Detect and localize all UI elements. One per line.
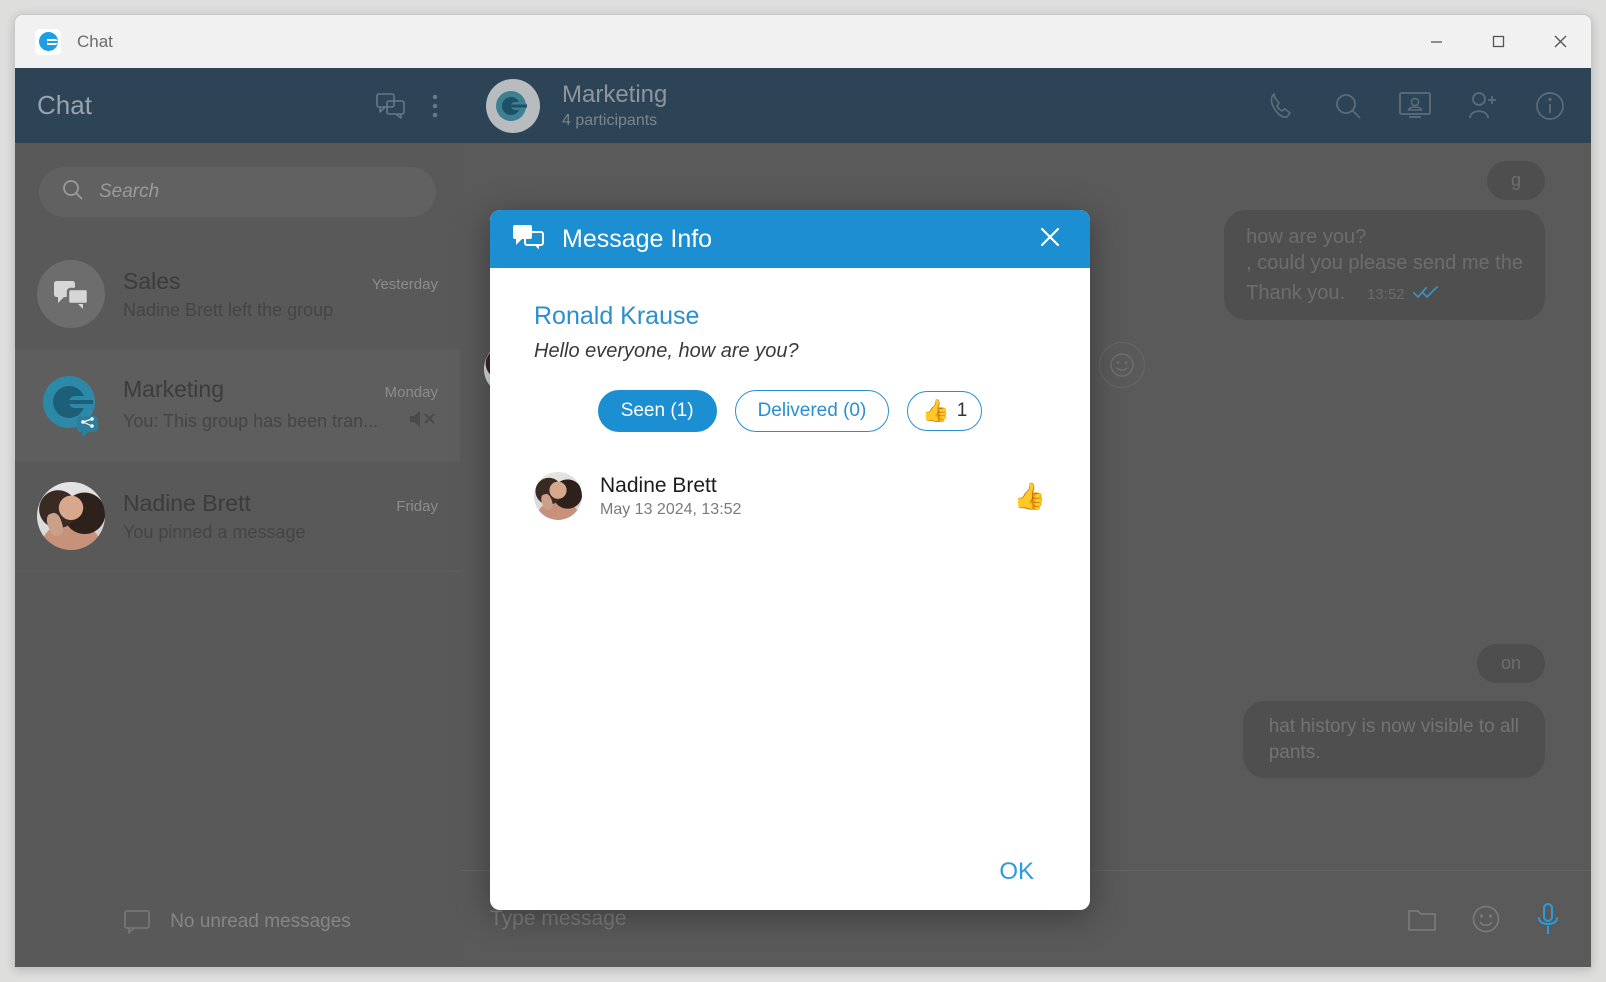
- reaction-chip: g: [1486, 161, 1545, 200]
- chat-preview: Nadine Brett left the group: [123, 299, 334, 320]
- ok-button[interactable]: OK: [989, 852, 1044, 892]
- message-time: 13:52: [1367, 285, 1405, 303]
- search-input[interactable]: [99, 181, 414, 203]
- dialog-body: Ronald Krause Hello everyone, how are yo…: [490, 268, 1090, 834]
- add-participant-icon[interactable]: [1467, 91, 1499, 121]
- call-icon[interactable]: [1267, 91, 1297, 121]
- group-chat-icon: [37, 260, 105, 328]
- info-icon[interactable]: [1535, 91, 1565, 121]
- system-notice: hat history is now visible to all pants.: [1242, 701, 1545, 779]
- chat-app-logo-icon: [35, 28, 61, 55]
- chat-header: Marketing 4 participants: [460, 68, 1591, 143]
- dialog-footer: OK: [490, 834, 1090, 910]
- chat-application-window: Chat Chat Search Sales Yesterday Nadine …: [14, 14, 1592, 968]
- tab-seen[interactable]: Seen (1): [597, 390, 717, 432]
- smiley-icon[interactable]: [1099, 342, 1145, 389]
- search-icon[interactable]: [1333, 91, 1363, 121]
- notice-line: pants.: [1268, 741, 1321, 763]
- system-message: on: [1476, 644, 1545, 684]
- sidebar-title: Chat: [37, 90, 92, 120]
- dialog-header: Message Info: [490, 210, 1090, 268]
- message-line: , could you please send me the: [1246, 252, 1523, 275]
- attach-file-icon[interactable]: [1407, 905, 1437, 933]
- chat-time: Monday: [384, 383, 438, 401]
- status-tabs: Seen (1) Delivered (0) 👍 1: [534, 390, 1046, 432]
- recipient-row[interactable]: Nadine Brett May 13 2024, 13:52 👍: [534, 466, 1046, 526]
- sidebar-header: Chat: [15, 68, 460, 143]
- close-icon[interactable]: [1032, 221, 1068, 258]
- chat-time: Friday: [396, 497, 438, 515]
- recipient-list: Nadine Brett May 13 2024, 13:52 👍: [534, 466, 1046, 526]
- chat-name: Nadine Brett: [123, 489, 251, 516]
- recipient-timestamp: May 13 2024, 13:52: [600, 500, 742, 518]
- sidebar: Chat Search Sales Yesterday Nadine Brett…: [15, 68, 460, 967]
- new-chat-icon[interactable]: [376, 92, 406, 119]
- reaction-filter-chip[interactable]: 👍 1: [907, 391, 983, 431]
- dialog-title: Message Info: [562, 224, 713, 253]
- marketing-group-logo: [37, 371, 105, 439]
- chat-subtitle: 4 participants: [562, 112, 658, 129]
- unread-status-bar: No unread messages: [15, 877, 460, 967]
- window-controls: [1405, 15, 1591, 68]
- close-button[interactable]: [1529, 15, 1591, 68]
- chat-list-item-nadine-brett[interactable]: Nadine Brett Friday You pinned a message: [15, 461, 460, 572]
- chat-title: Marketing: [562, 81, 668, 108]
- chat-name: Sales: [123, 267, 181, 294]
- nadine-brett-photo: [37, 482, 105, 550]
- search-box[interactable]: [39, 167, 436, 217]
- speech-bubble-icon: [124, 910, 152, 934]
- chat-list-item-marketing[interactable]: Marketing Monday You: This group has bee…: [15, 350, 460, 461]
- maximize-button[interactable]: [1467, 15, 1529, 68]
- chat-preview: You pinned a message: [123, 521, 306, 542]
- thumbs-up-icon: 👍: [1013, 480, 1046, 511]
- chat-list: Sales Yesterday Nadine Brett left the gr…: [15, 239, 460, 572]
- screen-share-icon[interactable]: [1399, 91, 1431, 121]
- window-titlebar: Chat: [15, 15, 1591, 68]
- nadine-brett-photo: [534, 472, 582, 520]
- emoji-icon[interactable]: [1471, 904, 1501, 934]
- minimize-button[interactable]: [1405, 15, 1467, 68]
- chat-name: Marketing: [123, 375, 224, 402]
- message-line: Thank you.: [1246, 281, 1346, 304]
- window-body: Chat Search Sales Yesterday Nadine Brett…: [15, 68, 1591, 967]
- double-check-icon: [1412, 285, 1439, 305]
- message-input[interactable]: [490, 907, 1373, 931]
- chat-time: Yesterday: [371, 275, 438, 293]
- search-icon: [61, 178, 85, 207]
- recipient-name: Nadine Brett: [600, 473, 717, 497]
- message-info-icon: [512, 224, 544, 255]
- muted-speaker-icon: [408, 408, 438, 435]
- message-line: how are you?: [1246, 226, 1367, 248]
- marketing-group-logo: [486, 78, 540, 133]
- window-title: Chat: [77, 31, 113, 51]
- reaction-count: 1: [956, 400, 968, 421]
- microphone-icon[interactable]: [1535, 902, 1561, 936]
- thumbs-up-icon: 👍: [922, 398, 950, 423]
- chat-list-item-sales[interactable]: Sales Yesterday Nadine Brett left the gr…: [15, 239, 460, 350]
- message-info-dialog: Message Info Ronald Krause Hello everyon…: [490, 210, 1090, 910]
- chat-header-actions: [1231, 91, 1565, 121]
- message-preview: Hello everyone, how are you?: [534, 340, 799, 362]
- chat-preview: You: This group has been tran...: [123, 410, 379, 431]
- tab-delivered[interactable]: Delivered (0): [734, 390, 890, 432]
- outgoing-message-bubble: how are you? , could you please send me …: [1224, 210, 1545, 321]
- unread-status-label: No unread messages: [170, 911, 351, 932]
- more-options-icon[interactable]: [432, 93, 438, 119]
- message-author: Ronald Krause: [534, 302, 700, 330]
- notice-line: hat history is now visible to all: [1268, 716, 1519, 738]
